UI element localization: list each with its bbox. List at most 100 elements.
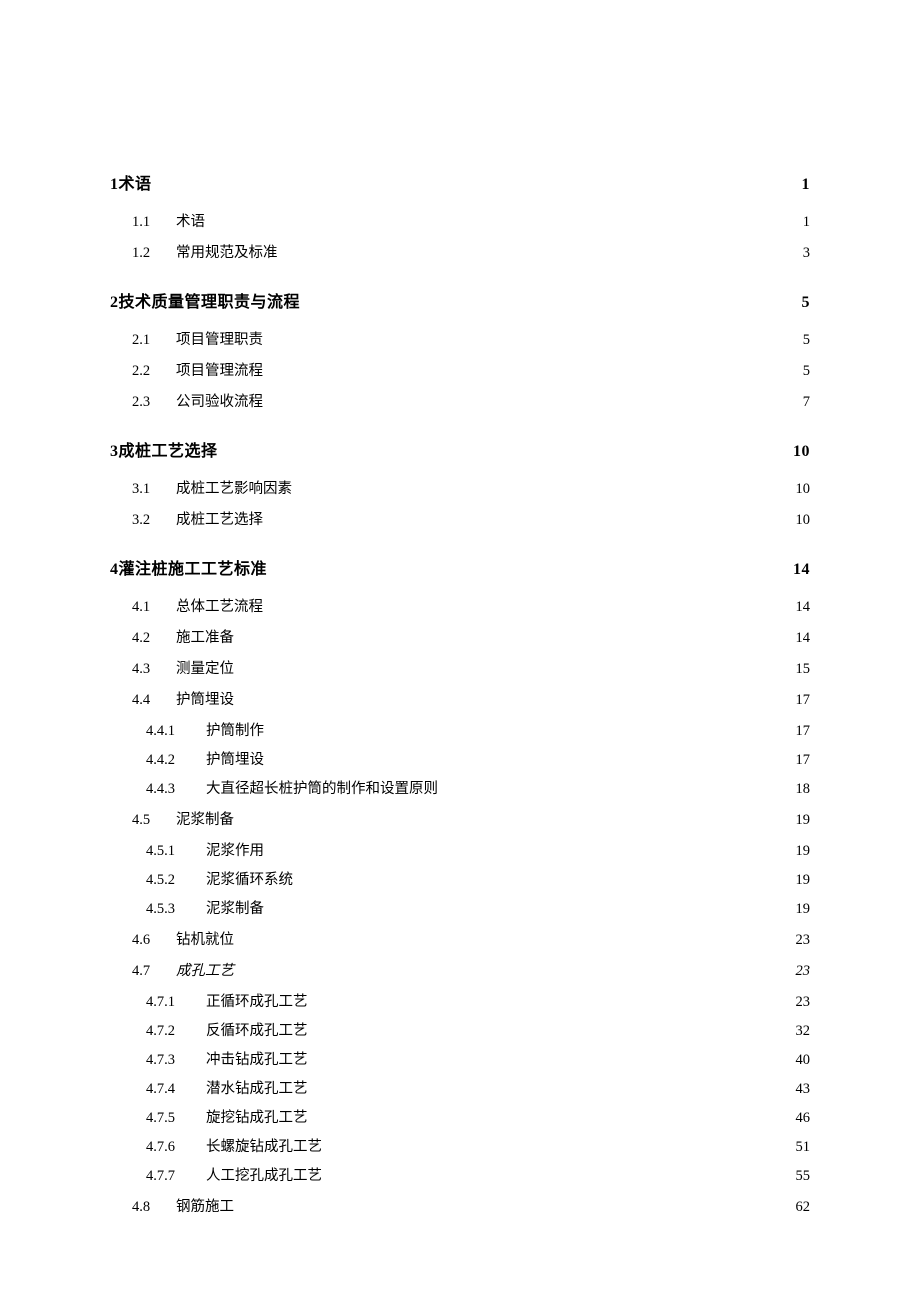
toc-entry-page: 19 xyxy=(796,843,811,860)
toc-leader-dots xyxy=(268,911,792,913)
toc-entry: 3 成桩工艺选择10 xyxy=(110,437,810,461)
toc-entry-page: 43 xyxy=(796,1081,811,1098)
toc-entry-title: 总体工艺流程 xyxy=(176,595,263,616)
toc-entry-page: 5 xyxy=(803,332,810,349)
toc-entry-number: 4.5.1 xyxy=(146,843,202,860)
toc-entry-title: 大直径超长桩护筒的制作和设置原则 xyxy=(206,777,438,798)
toc-leader-dots xyxy=(267,373,799,375)
toc-entry-page: 32 xyxy=(796,1023,811,1040)
toc-leader-dots xyxy=(238,1209,792,1211)
toc-entry: 4.7成孔工艺23 xyxy=(110,959,810,980)
toc-entry: 4.2施工准备14 xyxy=(110,626,810,647)
toc-entry-title: 常用规范及标准 xyxy=(176,241,278,262)
toc-entry-page: 40 xyxy=(796,1052,811,1069)
toc-leader-dots xyxy=(326,1149,792,1151)
toc-entry-title: 泥浆循环系统 xyxy=(206,868,293,889)
toc-entry-page: 51 xyxy=(796,1139,811,1156)
toc-leader-dots xyxy=(312,1091,792,1093)
toc-entry: 2.3公司验收流程 7 xyxy=(110,390,810,411)
toc-leader-dots xyxy=(267,404,799,406)
toc-entry: 1 术语1 xyxy=(110,170,810,194)
toc-entry: 4.7.1正循环成孔工艺23 xyxy=(110,990,810,1011)
toc-entry: 3.2成桩工艺选择 10 xyxy=(110,508,810,529)
toc-entry-page: 19 xyxy=(796,901,811,918)
toc-entry-number: 4 xyxy=(110,561,119,579)
toc-leader-dots xyxy=(156,187,798,189)
toc-entry-number: 3 xyxy=(110,443,119,461)
toc-entry: 4.5.1泥浆作用 19 xyxy=(110,839,810,860)
toc-entry-page: 23 xyxy=(796,963,811,980)
toc-entry-number: 1.1 xyxy=(132,214,172,231)
toc-entry-number: 2.3 xyxy=(132,394,172,411)
toc-entry-number: 1 xyxy=(110,176,119,194)
toc-entry: 1.1术语1 xyxy=(110,210,810,231)
toc-leader-dots xyxy=(326,1178,792,1180)
toc-entry-page: 10 xyxy=(796,481,811,498)
toc-entry-title: 测量定位 xyxy=(176,657,234,678)
toc-entry-page: 17 xyxy=(796,723,811,740)
toc-leader-dots xyxy=(238,973,792,975)
toc-entry: 4.7.6长螺旋钻成孔工艺 51 xyxy=(110,1135,810,1156)
toc-entry-title: 灌注桩施工工艺标准 xyxy=(119,555,268,579)
toc-entry-title: 钢筋施工 xyxy=(176,1195,234,1216)
toc-entry-page: 15 xyxy=(796,661,811,678)
toc-entry-title: 成孔工艺 xyxy=(176,959,234,980)
toc-entry: 4.5泥浆制备 19 xyxy=(110,808,810,829)
toc-entry-page: 62 xyxy=(796,1199,811,1216)
toc-entry-number: 1.2 xyxy=(132,245,172,262)
toc-entry-number: 3.2 xyxy=(132,512,172,529)
toc-entry-number: 4.5 xyxy=(132,812,172,829)
toc-entry-title: 泥浆作用 xyxy=(206,839,264,860)
toc-entry-number: 4.7.4 xyxy=(146,1081,202,1098)
toc-entry-number: 4.7.5 xyxy=(146,1110,202,1127)
toc-entry-page: 46 xyxy=(796,1110,811,1127)
toc-entry: 4.1总体工艺流程14 xyxy=(110,595,810,616)
toc-entry-title: 公司验收流程 xyxy=(176,390,263,411)
toc-entry: 4.8钢筋施工 62 xyxy=(110,1195,810,1216)
toc-leader-dots xyxy=(238,671,792,673)
toc-entry-number: 2 xyxy=(110,294,119,312)
toc-entry-title: 长螺旋钻成孔工艺 xyxy=(206,1135,322,1156)
toc-leader-dots xyxy=(312,1062,792,1064)
toc-entry-title: 泥浆制备 xyxy=(176,808,234,829)
toc-entry-page: 5 xyxy=(802,294,811,312)
toc-entry: 4.4护筒埋设17 xyxy=(110,688,810,709)
toc-entry-title: 项目管理流程 xyxy=(176,359,263,380)
toc-entry: 2.1项目管理职责5 xyxy=(110,328,810,349)
toc-entry-title: 技术质量管理职责与流程 xyxy=(119,288,301,312)
toc-entry-page: 7 xyxy=(803,394,810,411)
toc-entry-number: 4.5.3 xyxy=(146,901,202,918)
toc-entry-title: 成桩工艺选择 xyxy=(176,508,263,529)
toc-entry: 2 技术质量管理职责与流程 5 xyxy=(110,288,810,312)
toc-entry-title: 护筒制作 xyxy=(206,719,264,740)
toc-entry-number: 2.2 xyxy=(132,363,172,380)
toc-entry-page: 14 xyxy=(793,561,810,579)
toc-entry-page: 19 xyxy=(796,812,811,829)
toc-leader-dots xyxy=(312,1033,792,1035)
toc-entry-title: 成桩工艺影响因素 xyxy=(176,477,292,498)
toc-entry-number: 4.7.7 xyxy=(146,1168,202,1185)
toc-entry-number: 4.8 xyxy=(132,1199,172,1216)
toc-leader-dots xyxy=(267,342,799,344)
toc-entry: 3.1成桩工艺影响因素 10 xyxy=(110,477,810,498)
toc-leader-dots xyxy=(296,491,792,493)
toc-entry-title: 人工挖孔成孔工艺 xyxy=(206,1164,322,1185)
toc-leader-dots xyxy=(304,305,797,307)
toc-leader-dots xyxy=(312,1120,792,1122)
toc-entry-number: 3.1 xyxy=(132,481,172,498)
toc-entry-number: 4.7.6 xyxy=(146,1139,202,1156)
toc-leader-dots xyxy=(268,733,792,735)
toc-entry-number: 4.5.2 xyxy=(146,872,202,889)
toc-entry: 4.3测量定位15 xyxy=(110,657,810,678)
toc-entry-title: 正循环成孔工艺 xyxy=(206,990,308,1011)
toc-entry-title: 项目管理职责 xyxy=(176,328,263,349)
toc-entry-number: 4.2 xyxy=(132,630,172,647)
toc-entry-number: 4.4.2 xyxy=(146,752,202,769)
toc-leader-dots xyxy=(222,454,789,456)
toc-entry-title: 施工准备 xyxy=(176,626,234,647)
toc-entry: 4.7.2反循环成孔工艺32 xyxy=(110,1019,810,1040)
toc-entry-title: 冲击钻成孔工艺 xyxy=(206,1048,308,1069)
toc-entry-page: 10 xyxy=(796,512,811,529)
toc-entry-page: 19 xyxy=(796,872,811,889)
toc-entry: 4.5.3泥浆制备19 xyxy=(110,897,810,918)
